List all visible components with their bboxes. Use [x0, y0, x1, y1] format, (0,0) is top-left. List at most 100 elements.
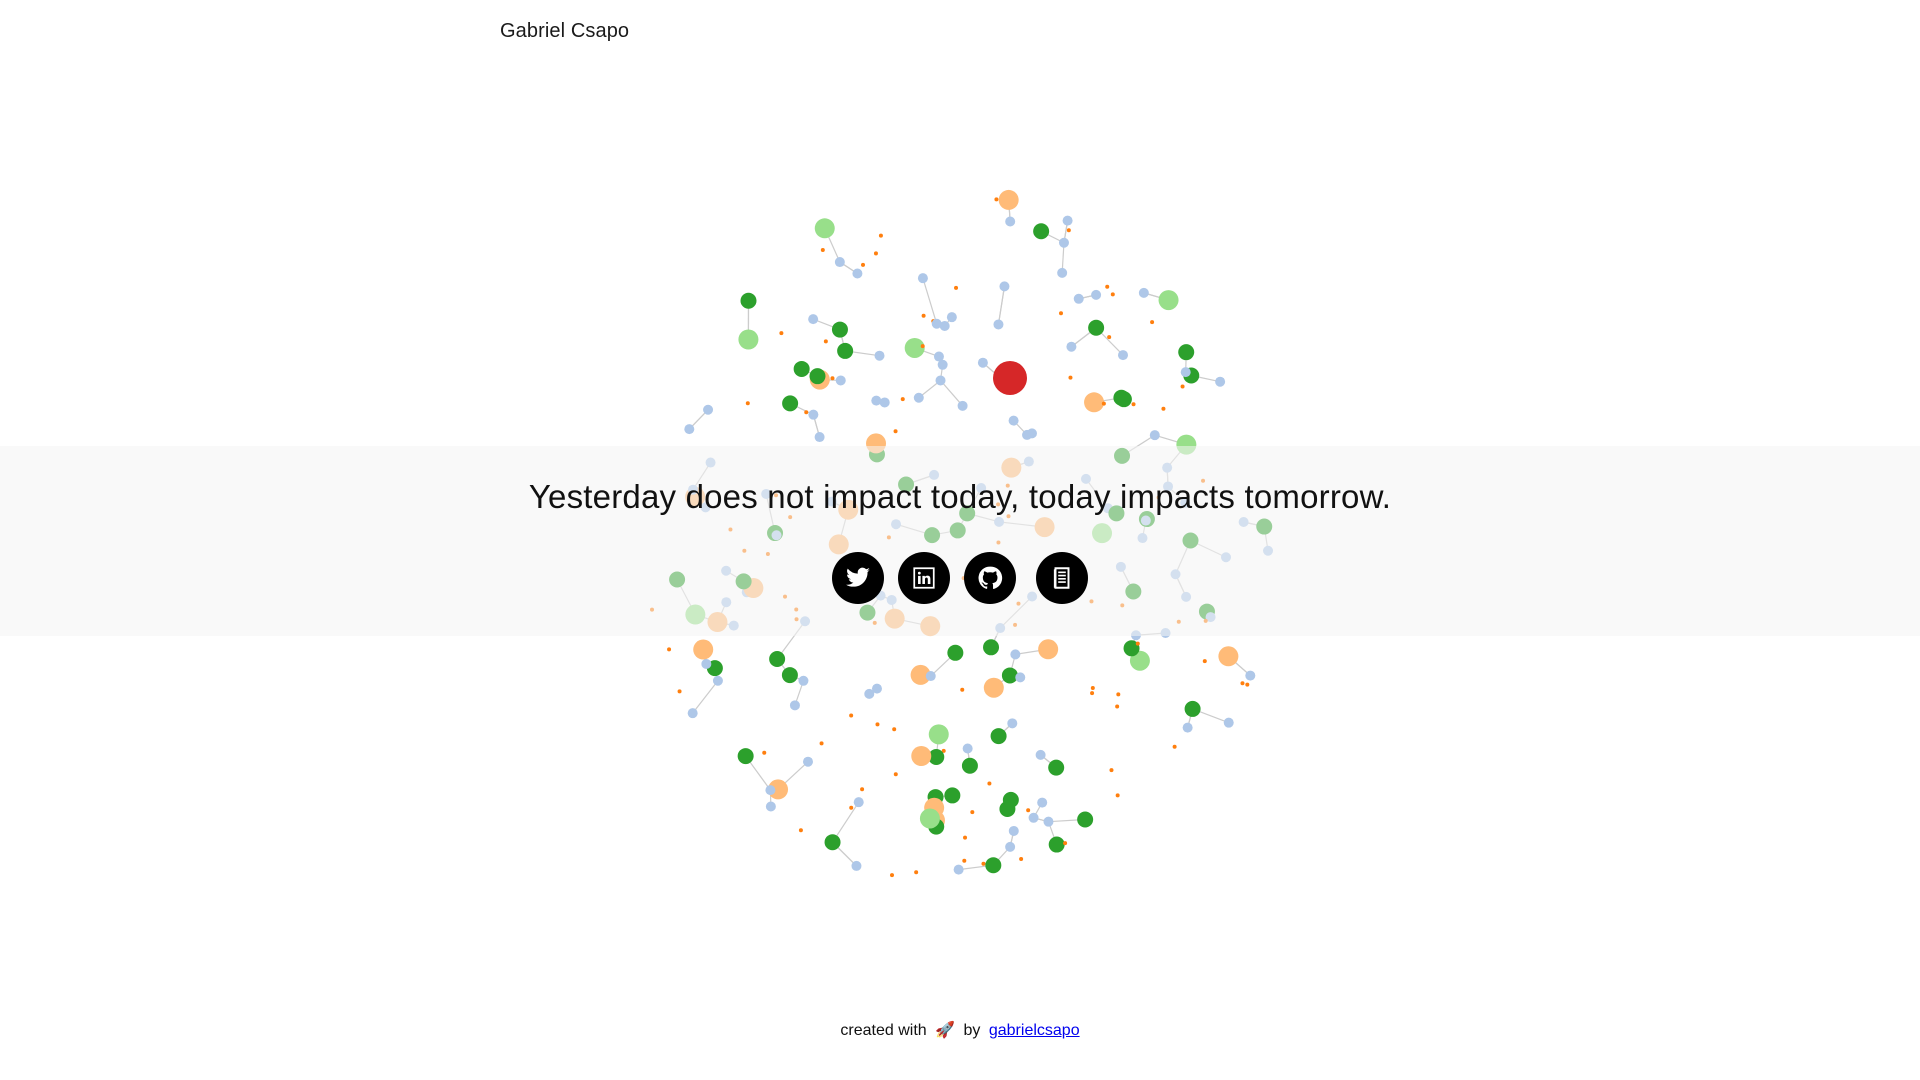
graph-node: [962, 743, 973, 754]
twitter-icon: [846, 567, 870, 587]
graph-node: [1038, 639, 1059, 660]
graph-node: [933, 351, 944, 362]
graph-node: [1028, 812, 1039, 823]
graph-node: [703, 404, 714, 415]
graph-node: [921, 313, 926, 318]
graph-node: [1245, 670, 1256, 681]
graph-node: [1116, 692, 1121, 697]
graph-node: [1057, 267, 1068, 278]
github-button[interactable]: [964, 552, 1016, 604]
graph-node: [852, 268, 863, 279]
footer-by: by: [963, 1022, 981, 1039]
graph-node: [830, 376, 835, 381]
graph-node: [1088, 319, 1105, 336]
graph-node: [983, 677, 1004, 698]
graph-node: [712, 675, 723, 686]
graph-node: [781, 667, 798, 684]
graph-node: [779, 331, 784, 336]
graph-node: [1068, 375, 1073, 380]
writing-button[interactable]: [1036, 552, 1088, 604]
graph-node: [977, 357, 988, 368]
graph-node: [1026, 808, 1031, 813]
hero-quote: Yesterday does not impact today, today i…: [528, 478, 1392, 515]
graph-node: [962, 858, 967, 863]
graph-node: [1150, 320, 1155, 325]
graph-node: [782, 395, 799, 412]
graph-node: [1063, 841, 1068, 846]
graph-node: [823, 339, 828, 344]
graph-node: [819, 741, 824, 746]
graph-node: [693, 639, 714, 660]
graph-node: [875, 722, 880, 727]
graph-node: [893, 429, 898, 434]
graph-node: [878, 233, 883, 238]
graph-node: [1002, 791, 1019, 808]
graph-node: [804, 410, 809, 415]
graph-node: [1015, 672, 1026, 683]
graph-node: [900, 397, 905, 402]
graph-node: [981, 861, 986, 866]
graph-link: [692, 680, 719, 714]
graph-node: [745, 401, 750, 406]
graph-node: [970, 810, 975, 815]
graph-node: [1066, 341, 1077, 352]
graph-node: [1090, 691, 1095, 696]
graph-node: [913, 392, 924, 403]
graph-node: [889, 873, 894, 878]
graph-node: [834, 257, 845, 268]
graph-node: [1101, 401, 1106, 406]
graph-node: [1131, 402, 1136, 407]
graph-node: [914, 870, 919, 875]
graph-node: [1180, 367, 1191, 378]
book-icon: [1053, 567, 1070, 589]
graph-node: [946, 312, 957, 323]
graph-node: [860, 787, 865, 792]
graph-node: [1115, 704, 1120, 709]
graph-node: [762, 750, 767, 755]
graph-node: [820, 247, 825, 252]
graph-node: [1149, 430, 1160, 441]
graph-node: [1077, 811, 1094, 828]
linkedin-button[interactable]: [898, 552, 950, 604]
graph-node: [1182, 722, 1193, 733]
graph-node: [1007, 718, 1018, 729]
graph-node: [1109, 768, 1114, 773]
github-icon: [978, 566, 1003, 589]
graph-node: [947, 644, 964, 661]
graph-node: [871, 395, 882, 406]
graph-node: [917, 273, 928, 284]
graph-node: [1215, 376, 1226, 387]
graph-node: [957, 400, 968, 411]
graph-node: [1058, 311, 1063, 316]
graph-node: [1048, 759, 1065, 776]
graph-node: [998, 189, 1019, 210]
graph-node: [1158, 290, 1179, 311]
graph-node: [985, 857, 1002, 874]
graph-node: [802, 756, 813, 767]
twitter-button[interactable]: [832, 552, 884, 604]
graph-node: [684, 424, 695, 435]
graph-node: [1043, 816, 1054, 827]
graph-node: [963, 835, 968, 840]
graph-node: [809, 368, 826, 385]
graph-node: [1058, 237, 1069, 248]
graph-node: [1115, 793, 1120, 798]
graph-node: [1033, 223, 1050, 240]
graph-node: [1073, 293, 1084, 304]
graph-node: [1107, 335, 1112, 340]
graph-node: [1240, 681, 1245, 686]
graph-node: [1010, 649, 1021, 660]
graph-node: [904, 337, 925, 358]
graph-node: [765, 785, 776, 796]
hero-band: [0, 446, 1920, 636]
graph-node: [1019, 857, 1024, 862]
graph-node: [793, 360, 810, 377]
graph-node: [798, 828, 803, 833]
graph-node: [1202, 659, 1207, 664]
graph-node: [808, 314, 819, 325]
graph-node: [874, 350, 885, 361]
graph-node: [911, 745, 932, 766]
graph-node: [824, 834, 841, 851]
graph-node: [851, 860, 862, 871]
author-link[interactable]: gabrielcsapo: [989, 1022, 1080, 1039]
